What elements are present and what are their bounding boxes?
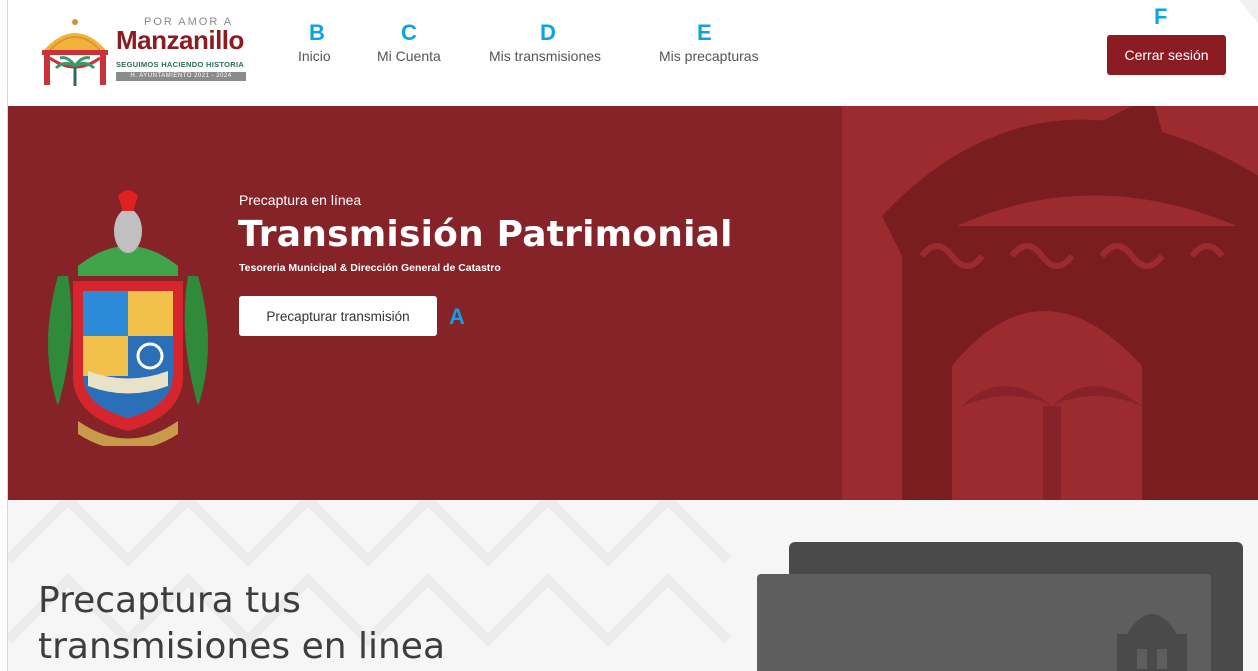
nav-inicio[interactable]: Inicio	[298, 48, 331, 64]
hero-kicker: Precaptura en línea	[239, 192, 362, 208]
hero-subtitle: Tesoreria Municipal & Dirección General …	[239, 262, 501, 274]
marker-a: A	[449, 304, 465, 329]
nav-mi-cuenta[interactable]: Mi Cuenta	[377, 48, 441, 64]
logo-strip: H. AYUNTAMIENTO 2021 - 2024	[116, 72, 246, 81]
intro-title-line1: Precaptura tus	[38, 580, 301, 621]
page-frame: POR AMOR A Manzanillo SEGUIMOS HACIENDO …	[7, 0, 1258, 671]
intro-section: Precaptura tus transmisiones en linea	[8, 500, 1258, 671]
marker-d: D	[540, 20, 556, 45]
marker-e: E	[697, 20, 712, 45]
nav-mis-precapturas[interactable]: Mis precapturas	[659, 48, 759, 64]
hero-decoration	[842, 106, 1258, 500]
corner-shape	[1239, 0, 1258, 23]
image-card	[757, 574, 1211, 671]
logo-slogan: SEGUIMOS HACIENDO HISTORIA	[116, 60, 245, 69]
coat-of-arms-icon	[48, 190, 208, 446]
hero-title: Transmisión Patrimonial	[238, 214, 733, 255]
hero-banner: Precaptura en línea Transmisión Patrimon…	[8, 106, 1258, 500]
marker-f: F	[1154, 4, 1168, 29]
logo-brand: Manzanillo	[116, 25, 244, 55]
header: POR AMOR A Manzanillo SEGUIMOS HACIENDO …	[8, 0, 1258, 107]
logout-button[interactable]: Cerrar sesión	[1107, 35, 1226, 75]
marker-c: C	[401, 20, 417, 45]
precapturar-button[interactable]: Precapturar transmisión	[239, 296, 437, 336]
manzanillo-logo-icon[interactable]: POR AMOR A Manzanillo SEGUIMOS HACIENDO …	[36, 14, 251, 92]
nav-mis-transmisiones[interactable]: Mis transmisiones	[489, 48, 601, 64]
dome-icon	[1117, 614, 1187, 671]
marker-b: B	[309, 20, 325, 45]
intro-title-line2: transmisiones en linea	[38, 626, 446, 667]
intro-title: Precaptura tus transmisiones en linea	[38, 578, 445, 670]
